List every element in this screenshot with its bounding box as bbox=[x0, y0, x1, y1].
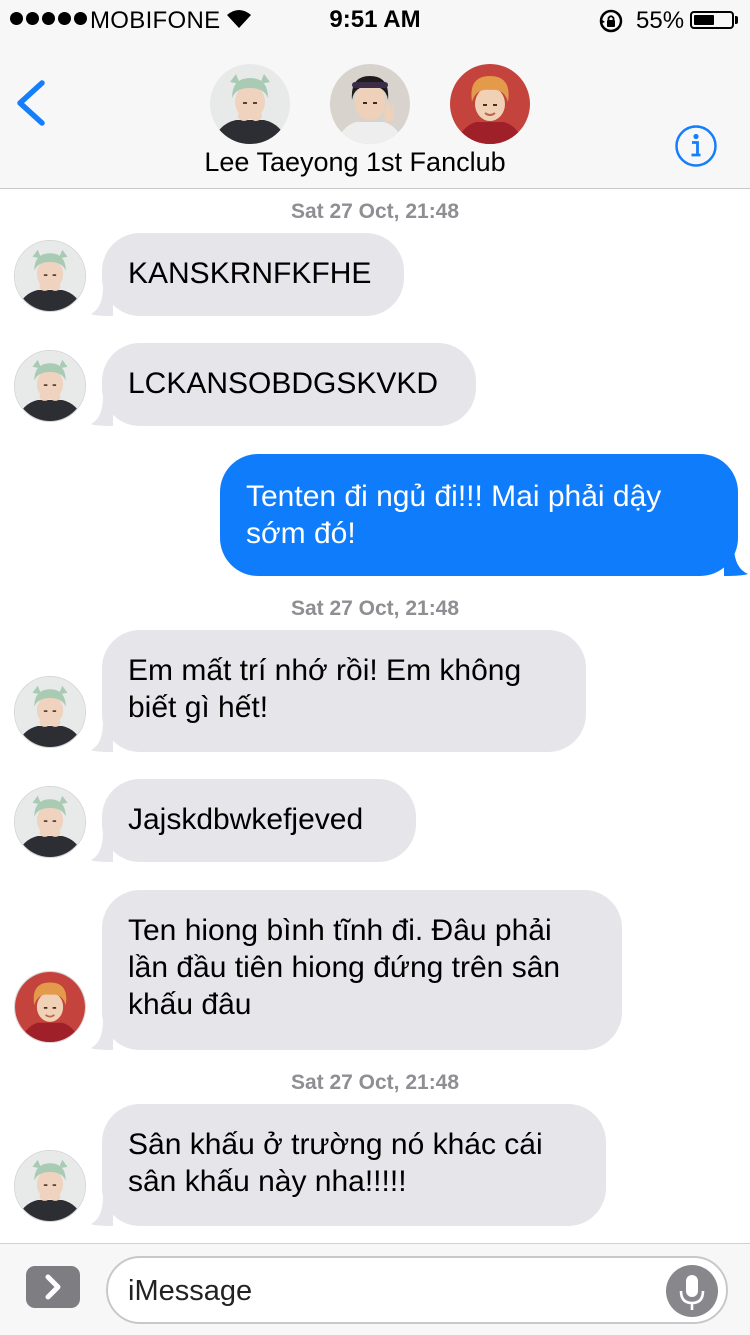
sender-avatar[interactable] bbox=[14, 1150, 86, 1222]
message-field[interactable] bbox=[106, 1256, 728, 1324]
dictation-button[interactable] bbox=[666, 1265, 718, 1317]
timestamp: Sat 27 Oct, 21:48 bbox=[290, 1071, 460, 1094]
message-bubble[interactable]: Ten hiong bình tĩnh đi. Đâu phải lần đầu… bbox=[102, 890, 622, 1050]
info-icon[interactable] bbox=[674, 124, 718, 168]
rotation-lock-icon bbox=[599, 9, 623, 33]
group-avatars[interactable] bbox=[0, 64, 750, 148]
sender-avatar[interactable] bbox=[14, 786, 86, 858]
battery-cap bbox=[735, 16, 738, 24]
group-avatar-orange-hair bbox=[450, 64, 530, 144]
status-bar: MOBIFONE 9:51 AM 55% bbox=[0, 0, 750, 40]
group-avatar-green-hair bbox=[210, 64, 290, 144]
apps-button[interactable] bbox=[26, 1266, 80, 1308]
timestamp: Sat 27 Oct, 21:48 bbox=[290, 200, 460, 223]
battery-level bbox=[694, 15, 714, 25]
battery-icon bbox=[690, 11, 734, 29]
sender-avatar[interactable] bbox=[14, 971, 86, 1043]
message-bubble[interactable]: KANSKRNFKFHE bbox=[102, 233, 404, 316]
group-name[interactable]: Lee Taeyong 1st Fanclub bbox=[0, 147, 710, 178]
message-bubble-outgoing[interactable]: Tenten đi ngủ đi!!! Mai phải dậy sớm đó! bbox=[220, 454, 738, 576]
sender-avatar[interactable] bbox=[14, 350, 86, 422]
group-avatar-dark-hair bbox=[330, 64, 410, 144]
message-bubble[interactable]: Sân khấu ở trường nó khác cái sân khấu n… bbox=[102, 1104, 606, 1226]
compose-bar bbox=[0, 1243, 750, 1335]
sender-avatar[interactable] bbox=[14, 240, 86, 312]
message-input[interactable] bbox=[126, 1272, 650, 1310]
chevron-right-icon bbox=[45, 1274, 61, 1300]
timestamp: Sat 27 Oct, 21:48 bbox=[290, 597, 460, 620]
microphone-icon bbox=[679, 1275, 705, 1310]
sender-avatar[interactable] bbox=[14, 676, 86, 748]
message-bubble[interactable]: Jajskdbwkefjeved bbox=[102, 779, 416, 862]
message-bubble[interactable]: Em mất trí nhớ rồi! Em không biết gì hết… bbox=[102, 630, 586, 752]
message-bubble[interactable]: LCKANSOBDGSKVKD bbox=[102, 343, 476, 426]
battery-percent: 55% bbox=[636, 7, 685, 34]
